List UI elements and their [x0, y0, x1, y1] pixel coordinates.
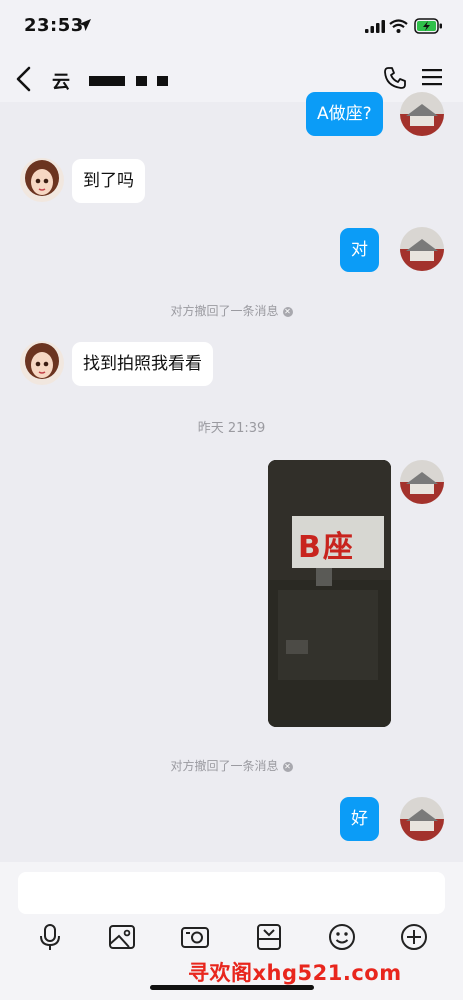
- phone-icon[interactable]: [383, 66, 407, 90]
- back-arrow-icon[interactable]: [14, 66, 34, 92]
- my-avatar[interactable]: [400, 92, 444, 136]
- image-icon[interactable]: [107, 922, 137, 952]
- redaction-bar: [89, 76, 125, 86]
- status-bar: 23:53: [0, 0, 463, 54]
- timestamp: 昨天 21:39: [197, 421, 266, 436]
- photo-message[interactable]: B座: [268, 460, 391, 727]
- message-bubble-outgoing[interactable]: A做座?: [306, 92, 383, 136]
- redaction-bar: [157, 76, 168, 86]
- wifi-icon: [389, 19, 408, 33]
- plus-icon[interactable]: [399, 922, 429, 952]
- message-input[interactable]: [18, 872, 445, 914]
- chat-title[interactable]: 云: [52, 68, 70, 94]
- camera-icon[interactable]: [180, 922, 210, 952]
- mic-icon[interactable]: [35, 922, 65, 952]
- message-bubble-outgoing[interactable]: 对: [340, 228, 379, 272]
- redaction-bar: [136, 76, 147, 86]
- photo-sign-text: B座: [298, 530, 355, 565]
- message-bubble-outgoing[interactable]: 好: [340, 797, 379, 841]
- close-icon: ✕: [282, 761, 293, 772]
- home-indicator[interactable]: [150, 985, 314, 990]
- close-icon: ✕: [282, 306, 293, 317]
- contact-avatar[interactable]: [20, 158, 64, 202]
- chat-header: 云: [0, 54, 463, 102]
- message-bubble-incoming[interactable]: 到了吗: [72, 159, 145, 203]
- status-time: 23:53: [24, 15, 84, 36]
- signal-icon: [365, 20, 385, 33]
- my-avatar[interactable]: [400, 227, 444, 271]
- watermark: 寻欢阁xhg521.com: [188, 961, 402, 985]
- system-notice: 对方撤回了一条消息 ✕: [0, 757, 463, 774]
- system-notice-text: 对方撤回了一条消息: [170, 304, 279, 318]
- system-notice: 对方撤回了一条消息 ✕: [0, 302, 463, 319]
- contact-avatar[interactable]: [20, 341, 64, 385]
- location-arrow-icon: [79, 19, 91, 31]
- battery-charging-icon: [414, 18, 442, 34]
- file-icon[interactable]: [254, 922, 284, 952]
- my-avatar[interactable]: [400, 797, 444, 841]
- my-avatar[interactable]: [400, 460, 444, 504]
- message-bubble-incoming[interactable]: 找到拍照我看看: [72, 342, 213, 386]
- emoji-icon[interactable]: [327, 922, 357, 952]
- system-notice-text: 对方撤回了一条消息: [170, 759, 279, 773]
- menu-icon[interactable]: [422, 68, 442, 86]
